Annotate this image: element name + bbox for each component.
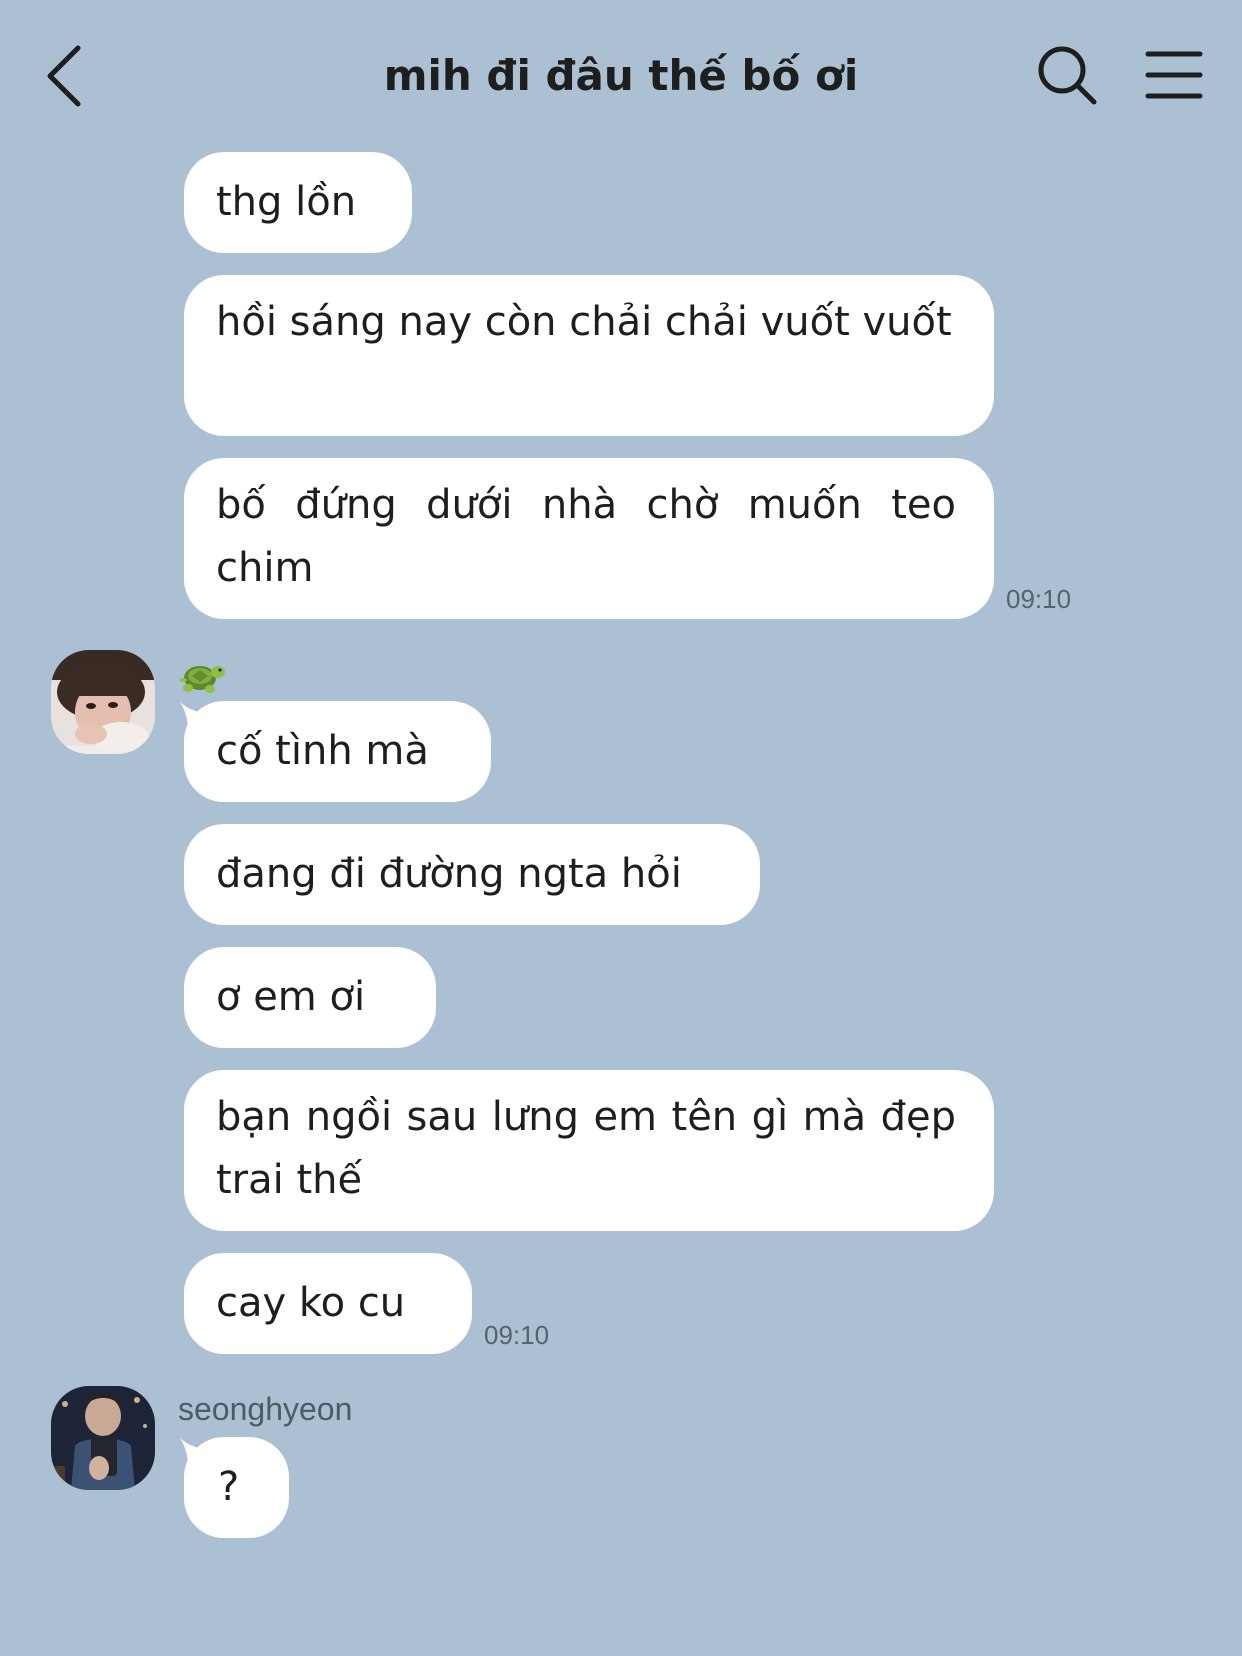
message-timestamp: 09:10 — [1006, 584, 1072, 614]
message-text: ? — [218, 1464, 240, 1510]
message-text: bạn ngồi sau lưng em tên gì mà đẹp trai … — [216, 1094, 956, 1203]
message-timestamp: 09:10 — [484, 1320, 550, 1350]
chevron-left-icon — [47, 45, 81, 107]
message-bubble[interactable]: đang đi đường ngta hỏi — [184, 824, 760, 925]
chat-header: mih đi đâu thế bố ơi — [0, 0, 1242, 150]
avatar[interactable] — [51, 650, 155, 754]
message-text: đang đi đường ngta hỏi — [216, 851, 682, 897]
message-text: thg lồn — [216, 179, 357, 225]
chat-title: mih đi đâu thế bố ơi — [383, 51, 859, 100]
message-bubble[interactable]: cay ko cu — [184, 1253, 472, 1354]
message-bubble[interactable]: thg lồn — [184, 152, 412, 253]
message-bubble[interactable]: ? — [184, 1437, 289, 1538]
message-text: bố đứng dưới nhà chờ muốn teo chim — [216, 482, 956, 591]
back-button[interactable] — [36, 40, 96, 110]
profile-photo — [51, 1386, 155, 1490]
search-icon — [1038, 46, 1097, 105]
message-bubble[interactable]: ơ em ơi — [184, 947, 436, 1048]
menu-icon — [1145, 51, 1203, 99]
message-bubble[interactable]: cố tình mà — [184, 701, 491, 802]
message-bubble[interactable]: bố đứng dưới nhà chờ muốn teo chim — [184, 458, 994, 619]
sender-name: seonghyeon — [178, 1391, 353, 1427]
avatar[interactable] — [51, 1386, 155, 1490]
message-text: hồi sáng nay còn chải chải vuốt vuốt — [216, 299, 952, 345]
search-button[interactable] — [1036, 44, 1100, 108]
menu-button[interactable] — [1144, 46, 1204, 106]
message-text: cố tình mà — [216, 728, 429, 774]
message-bubble[interactable]: hồi sáng nay còn chải chải vuốt vuốt — [184, 275, 994, 436]
profile-photo — [51, 650, 155, 754]
message-text: cay ko cu — [216, 1280, 406, 1326]
message-bubble[interactable]: bạn ngồi sau lưng em tên gì mà đẹp trai … — [184, 1070, 994, 1231]
turtle-icon — [179, 666, 225, 693]
message-text: ơ em ơi — [216, 974, 366, 1020]
sender-name — [179, 656, 226, 698]
